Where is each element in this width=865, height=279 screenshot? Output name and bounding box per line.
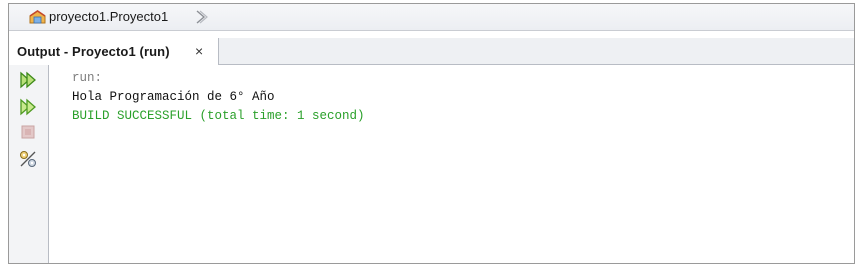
tab-output-run[interactable]: Output - Proyecto1 (run) × [9, 38, 219, 65]
output-console[interactable]: run: Hola Programación de 6° Año BUILD S… [50, 65, 854, 263]
breadcrumb-path[interactable]: proyecto1.Proyecto1 [49, 9, 168, 25]
output-toolbar [9, 65, 49, 263]
rerun-with-options-icon[interactable] [18, 97, 38, 117]
settings-icon[interactable] [18, 149, 38, 169]
console-line-hello: Hola Programación de 6° Año [72, 90, 275, 104]
close-icon[interactable]: × [195, 43, 203, 59]
tab-strip: Output - Proyecto1 (run) × [9, 38, 854, 65]
project-package-icon [29, 10, 46, 24]
console-line-run: run: [72, 71, 103, 85]
chevron-right-icon[interactable] [194, 9, 208, 25]
breadcrumb-bar: proyecto1.Proyecto1 [9, 4, 854, 31]
stop-icon[interactable] [18, 122, 38, 142]
bar-gap [9, 31, 854, 38]
console-line-build: BUILD SUCCESSFUL (total time: 1 second) [72, 109, 365, 123]
output-window: proyecto1.Proyecto1 Output - Proyecto1 (… [8, 3, 855, 264]
tab-title: Output - Proyecto1 (run) [17, 44, 170, 59]
rerun-icon[interactable] [18, 70, 38, 90]
